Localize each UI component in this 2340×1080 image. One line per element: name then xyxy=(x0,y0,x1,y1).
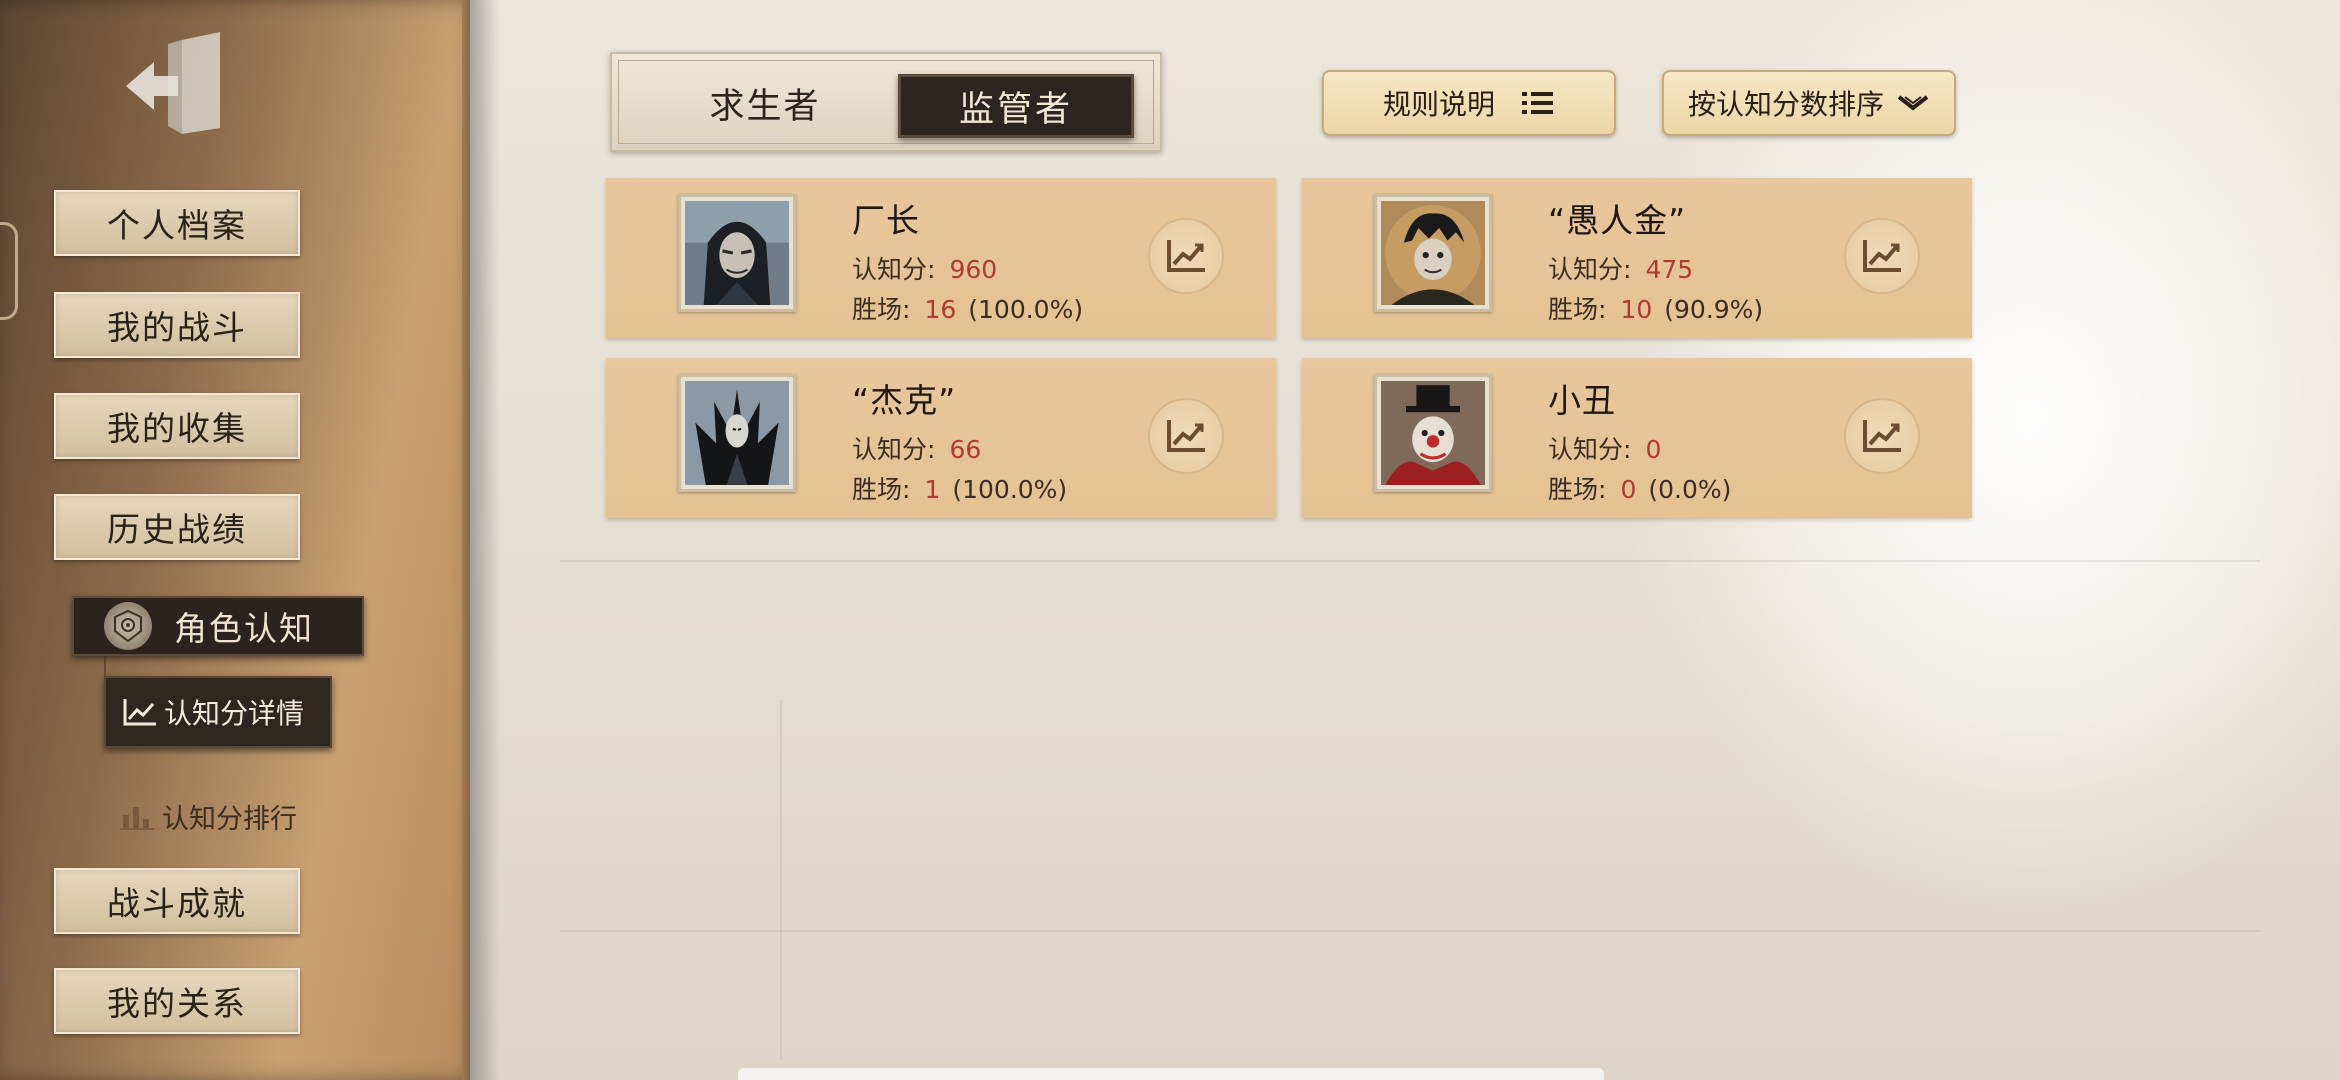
trend-chart-icon[interactable] xyxy=(1148,218,1224,294)
nav-character-cognition[interactable]: 角色认知 xyxy=(72,596,364,656)
nav-battle-achievement[interactable]: 战斗成就 xyxy=(54,868,300,934)
score-row: 认知分: 475 xyxy=(1548,250,1693,286)
score-label: 认知分: xyxy=(1548,435,1632,464)
character-card[interactable]: 小丑 认知分: 0 胜场: 0 (0.0%) xyxy=(1302,358,1972,518)
emblem-badge-icon xyxy=(104,602,152,650)
wins-row: 胜场: 1 (100.0%) xyxy=(852,470,1067,506)
wins-row: 胜场: 16 (100.0%) xyxy=(852,290,1083,326)
nav-label: 个人档案 xyxy=(107,206,247,245)
rules-button[interactable]: 规则说明 xyxy=(1322,70,1616,136)
rules-label: 规则说明 xyxy=(1382,88,1495,121)
character-avatar xyxy=(678,194,796,312)
background-sketch-line xyxy=(560,560,2260,562)
score-row: 认知分: 0 xyxy=(1548,430,1661,466)
score-value: 66 xyxy=(949,435,982,464)
ranking-bars-icon xyxy=(120,807,154,830)
nav-personal-profile[interactable]: 个人档案 xyxy=(54,190,300,256)
score-label: 认知分: xyxy=(852,255,936,284)
background-sketch-line xyxy=(560,930,2260,932)
tab-hunter[interactable]: 监管者 xyxy=(898,74,1134,138)
nav-my-battles[interactable]: 我的战斗 xyxy=(54,292,300,358)
trend-chart-icon[interactable] xyxy=(1844,398,1920,474)
wins-label: 胜场: xyxy=(852,295,911,324)
score-value: 960 xyxy=(949,255,998,284)
line-chart-icon xyxy=(123,699,156,726)
win-rate: (0.0%) xyxy=(1648,475,1732,504)
wins-label: 胜场: xyxy=(1548,475,1607,504)
tab-survivor[interactable]: 求生者 xyxy=(670,78,860,128)
wins-value: 1 xyxy=(924,475,941,504)
home-indicator-bar[interactable] xyxy=(738,1068,1604,1080)
nav-cognition-ranking[interactable]: 认知分排行 xyxy=(120,796,297,836)
sidebar: 个人档案 我的战斗 我的收集 历史战绩 角色认知 认知分详情 认知分排行 战斗成… xyxy=(0,0,478,1080)
chevron-down-icon xyxy=(1897,95,1929,111)
nav-label: 我的战斗 xyxy=(107,308,247,347)
parchment-panel xyxy=(470,0,2340,1080)
sort-dropdown[interactable]: 按认知分数排序 xyxy=(1662,70,1956,136)
nav-my-collection[interactable]: 我的收集 xyxy=(54,393,300,459)
win-rate: (100.0%) xyxy=(968,295,1084,324)
nav-cognition-detail[interactable]: 认知分详情 xyxy=(104,676,332,748)
side-pull-tab[interactable] xyxy=(0,222,18,320)
trend-chart-icon[interactable] xyxy=(1844,218,1920,294)
wins-label: 胜场: xyxy=(852,475,911,504)
win-rate: (90.9%) xyxy=(1664,295,1764,324)
character-avatar xyxy=(1374,194,1492,312)
wins-value: 16 xyxy=(924,295,957,324)
nav-label: 认知分详情 xyxy=(164,697,305,730)
score-value: 475 xyxy=(1645,255,1694,284)
list-icon xyxy=(1522,92,1553,114)
character-card[interactable]: 厂长 认知分: 960 胜场: 16 (100.0%) xyxy=(606,178,1276,338)
nav-label: 角色认知 xyxy=(174,609,314,648)
character-name: “杰克” xyxy=(852,381,957,420)
nav-history-record[interactable]: 历史战绩 xyxy=(54,494,300,560)
score-row: 认知分: 960 xyxy=(852,250,997,286)
trend-chart-icon[interactable] xyxy=(1148,398,1224,474)
sort-label: 按认知分数排序 xyxy=(1687,88,1884,121)
character-name: 厂长 xyxy=(852,201,920,240)
score-label: 认知分: xyxy=(1548,255,1632,284)
score-value: 0 xyxy=(1645,435,1662,464)
character-card[interactable]: “杰克” 认知分: 66 胜场: 1 (100.0%) xyxy=(606,358,1276,518)
character-name: 小丑 xyxy=(1548,381,1616,420)
character-avatar xyxy=(1374,374,1492,492)
tree-connector xyxy=(104,656,106,676)
background-sketch-line xyxy=(780,700,782,1060)
nav-label: 我的收集 xyxy=(107,409,247,448)
wins-value: 10 xyxy=(1620,295,1653,324)
character-name: “愚人金” xyxy=(1548,201,1687,240)
role-toggle: 求生者 监管者 xyxy=(610,52,1162,152)
character-card[interactable]: “愚人金” 认知分: 475 胜场: 10 (90.9%) xyxy=(1302,178,1972,338)
exit-door-icon[interactable] xyxy=(120,28,230,138)
nav-label: 历史战绩 xyxy=(107,510,247,549)
nav-label: 我的关系 xyxy=(107,984,247,1023)
wins-row: 胜场: 0 (0.0%) xyxy=(1548,470,1731,506)
score-label: 认知分: xyxy=(852,435,936,464)
nav-label: 认知分排行 xyxy=(162,803,297,835)
character-avatar xyxy=(678,374,796,492)
wins-label: 胜场: xyxy=(1548,295,1607,324)
panel-shadow xyxy=(470,0,500,1080)
nav-my-relations[interactable]: 我的关系 xyxy=(54,968,300,1034)
score-row: 认知分: 66 xyxy=(852,430,981,466)
wins-row: 胜场: 10 (90.9%) xyxy=(1548,290,1763,326)
wins-value: 0 xyxy=(1620,475,1637,504)
nav-label: 战斗成就 xyxy=(107,884,247,923)
win-rate: (100.0%) xyxy=(952,475,1068,504)
